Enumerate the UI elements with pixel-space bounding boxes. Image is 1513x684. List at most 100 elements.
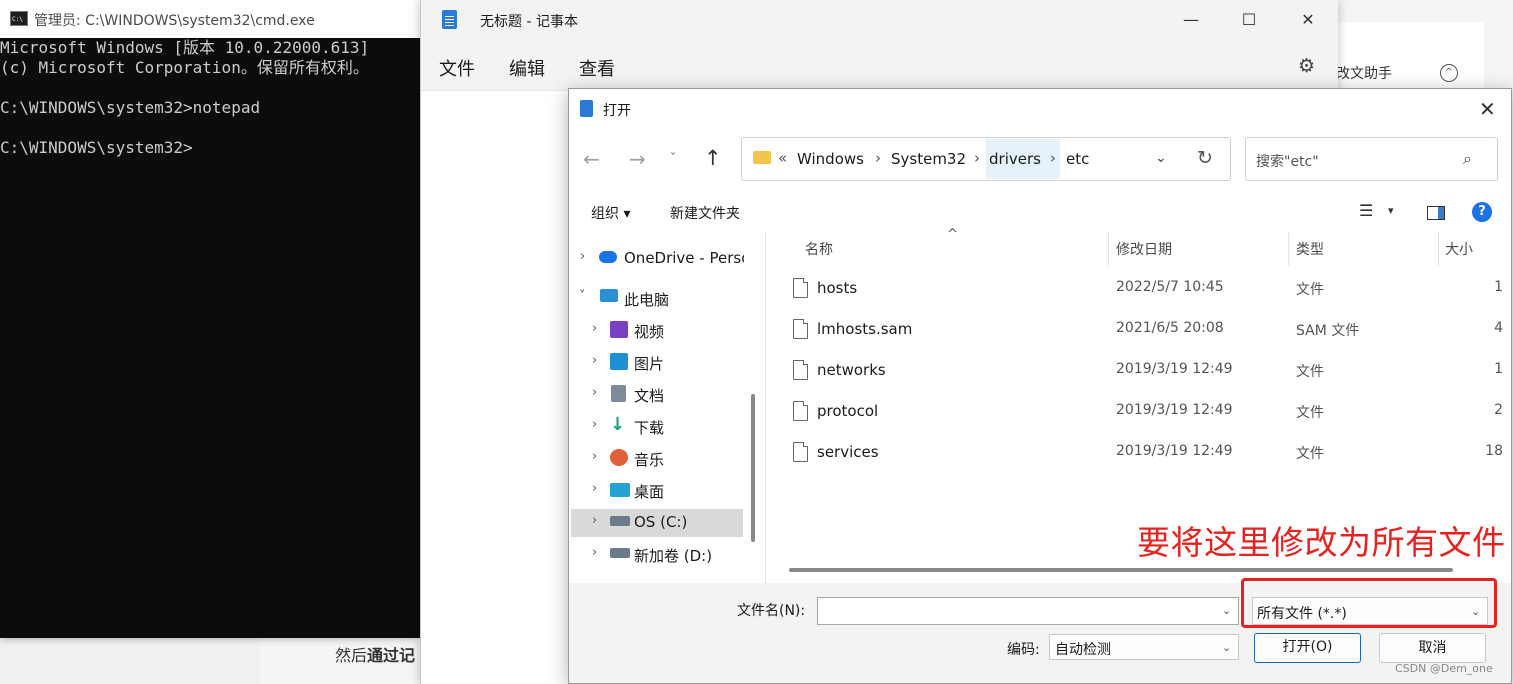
tree-item-music[interactable]: › 音乐 [569, 443, 743, 473]
up-arrow-icon[interactable]: ↑ [704, 146, 722, 170]
folder-icon [753, 151, 771, 164]
maximize-icon[interactable]: ☐ [1229, 8, 1269, 32]
chevron-down-icon[interactable]: ▾ [1388, 204, 1394, 217]
tree-item-drive-c[interactable]: › OS (C:) [569, 507, 743, 537]
file-type: 文件 [1296, 446, 1324, 462]
tree-item-this-pc[interactable]: ˅ 此电脑 [569, 283, 743, 313]
tree-item-pictures[interactable]: › 图片 [569, 347, 743, 377]
dialog-title: 打开 [603, 103, 631, 119]
tree-item-drive-d[interactable]: › 新加卷 (D:) [569, 539, 743, 569]
file-modified: 2019/3/19 12:49 [1116, 361, 1233, 377]
chevron-down-icon[interactable]: ˅ [670, 151, 676, 165]
navigation-scrollbar[interactable] [751, 394, 755, 542]
refresh-icon[interactable]: ↻ [1197, 147, 1213, 169]
menu-view[interactable]: 查看 [579, 55, 615, 81]
tree-item-label: 音乐 [634, 451, 665, 469]
cmd-icon: C:\ [10, 11, 28, 26]
tree-item-onedrive[interactable]: › OneDrive - Perso [569, 243, 744, 273]
chevron-right-icon[interactable]: › [1050, 149, 1056, 167]
chevron-right-icon[interactable]: › [580, 249, 585, 264]
filename-input[interactable]: ⌄ [817, 597, 1239, 625]
column-header-size[interactable]: 大小 [1445, 239, 1473, 259]
file-icon [793, 278, 808, 298]
address-bar[interactable]: « Windows › System32 › drivers › etc ⌄ ↻ [741, 137, 1231, 181]
column-divider[interactable] [1288, 232, 1289, 266]
breadcrumb-etc[interactable]: etc [1066, 150, 1089, 168]
file-modified: 2019/3/19 12:49 [1116, 443, 1233, 459]
cmd-window: C:\ 管理员: C:\WINDOWS\system32\cmd.exe Mic… [0, 0, 420, 638]
chevron-right-icon[interactable]: › [592, 353, 597, 368]
file-row[interactable]: lmhosts.sam 2021/6/5 20:08 SAM 文件 4 [791, 311, 1511, 351]
chevron-right-icon[interactable]: › [592, 481, 597, 496]
notepad-icon [442, 10, 457, 29]
dialog-titlebar[interactable]: 打开 ✕ [569, 89, 1511, 129]
encoding-select[interactable]: 自动检测 ⌄ [1049, 634, 1239, 660]
pane-divider[interactable] [765, 231, 766, 583]
file-row[interactable]: networks 2019/3/19 12:49 文件 1 [791, 352, 1511, 392]
help-icon[interactable]: ? [1472, 202, 1492, 222]
organize-button[interactable]: 组织 ▾ [591, 203, 630, 223]
column-header-name[interactable]: 名称 [805, 239, 833, 259]
file-row[interactable]: protocol 2019/3/19 12:49 文件 2 [791, 393, 1511, 433]
chevron-right-icon[interactable]: › [592, 449, 597, 464]
tree-item-desktop[interactable]: › 桌面 [569, 475, 743, 505]
chevron-down-icon[interactable]: ⌄ [1222, 641, 1231, 654]
new-folder-button[interactable]: 新建文件夹 [670, 203, 740, 223]
forward-arrow-icon[interactable]: → [629, 147, 646, 171]
file-size: 1 [1494, 279, 1503, 295]
menu-edit[interactable]: 编辑 [509, 55, 545, 81]
chevron-double-left-icon[interactable]: « [778, 149, 787, 167]
column-divider[interactable] [1108, 232, 1109, 266]
pc-icon [600, 289, 618, 302]
cancel-button[interactable]: 取消 [1379, 633, 1486, 663]
chevron-right-icon[interactable]: › [592, 321, 597, 336]
gear-icon[interactable]: ⚙ [1298, 55, 1315, 77]
tree-item-label: 桌面 [634, 483, 665, 501]
search-icon[interactable]: ⌕ [1463, 149, 1472, 169]
cmd-line: (c) Microsoft Corporation。保留所有权利。 [0, 58, 369, 77]
breadcrumb-drivers[interactable]: drivers [989, 150, 1041, 168]
close-icon[interactable]: ✕ [1479, 97, 1496, 121]
chevron-right-icon[interactable]: › [592, 545, 597, 560]
notepad-title: 无标题 - 记事本 [480, 14, 578, 30]
column-divider[interactable] [1438, 232, 1439, 266]
tree-item-label: 视频 [634, 323, 665, 341]
file-row[interactable]: services 2019/3/19 12:49 文件 18 [791, 434, 1511, 474]
view-list-icon[interactable]: ☰ [1359, 201, 1373, 220]
chevron-right-icon[interactable]: › [592, 385, 597, 400]
menu-file[interactable]: 文件 [439, 55, 475, 81]
file-name: protocol [817, 402, 879, 420]
column-header-modified[interactable]: 修改日期 [1116, 239, 1172, 259]
tree-item-videos[interactable]: › 视频 [569, 315, 743, 345]
breadcrumb-windows[interactable]: Windows [797, 150, 864, 168]
chevron-right-icon[interactable]: › [592, 417, 597, 432]
chevron-right-icon[interactable]: › [974, 149, 980, 167]
notepad-titlebar[interactable]: 无标题 - 记事本 — ☐ ✕ [421, 0, 1338, 40]
column-header-type[interactable]: 类型 [1296, 239, 1324, 259]
chevron-right-icon[interactable]: › [592, 513, 597, 528]
horizontal-scrollbar[interactable] [789, 568, 1453, 572]
back-arrow-icon[interactable]: ← [583, 147, 600, 171]
chevron-up-icon[interactable]: ^ [1440, 64, 1458, 82]
desktop-icon [610, 483, 630, 497]
file-row[interactable]: hosts 2022/5/7 10:45 文件 1 [791, 270, 1511, 310]
preview-pane-icon[interactable] [1427, 206, 1445, 220]
file-type: SAM 文件 [1296, 323, 1360, 339]
tree-item-downloads[interactable]: › ↓ 下载 [569, 411, 743, 441]
open-button[interactable]: 打开(O) [1254, 633, 1361, 663]
download-icon: ↓ [610, 414, 626, 435]
cmd-titlebar[interactable]: C:\ 管理员: C:\WINDOWS\system32\cmd.exe [0, 0, 420, 38]
close-icon[interactable]: ✕ [1288, 8, 1328, 32]
file-size: 1 [1494, 361, 1503, 377]
minimize-icon[interactable]: — [1171, 8, 1211, 32]
search-input[interactable]: 搜索"etc" ⌕ [1245, 137, 1498, 181]
chevron-down-icon[interactable]: ˅ [579, 289, 586, 304]
chevron-down-icon[interactable]: ⌄ [1155, 150, 1167, 166]
cmd-line: C:\WINDOWS\system32> [0, 138, 193, 157]
annotation-text: 要将这里修改为所有文件 [1137, 523, 1506, 562]
breadcrumb-system32[interactable]: System32 [891, 150, 966, 168]
tree-item-documents[interactable]: › 文档 [569, 379, 743, 409]
chevron-down-icon[interactable]: ⌄ [1222, 604, 1231, 617]
file-icon [793, 360, 808, 380]
chevron-right-icon[interactable]: › [875, 149, 881, 167]
